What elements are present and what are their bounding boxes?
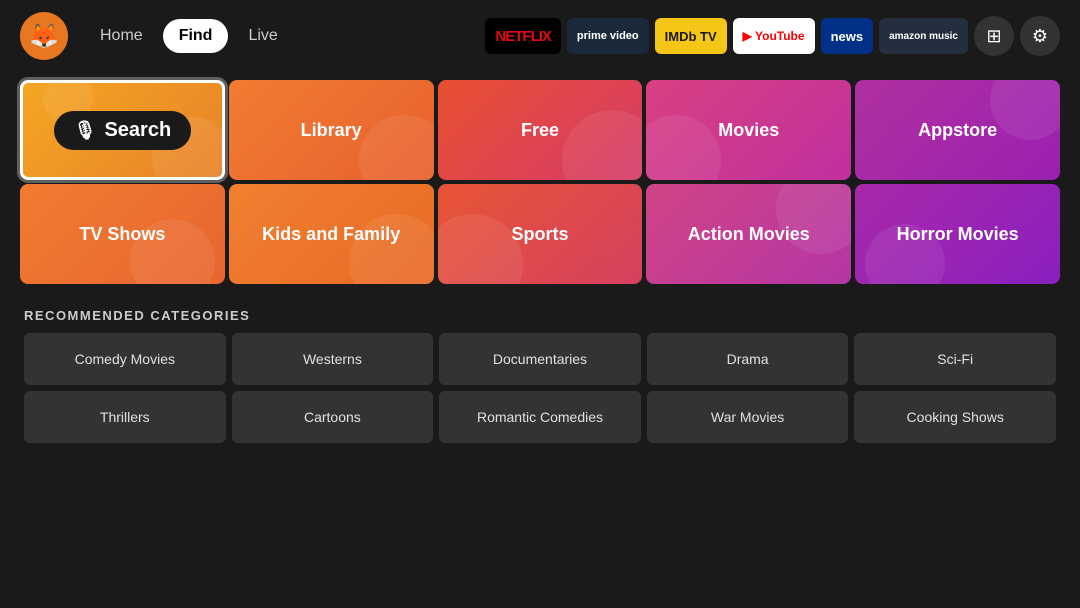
tile-appstore-label: Appstore <box>918 120 997 141</box>
recommended-title: RECOMMENDED CATEGORIES <box>24 308 1056 323</box>
logo[interactable]: 🦊 <box>20 12 68 60</box>
apps-grid-button[interactable]: ⊞ <box>974 16 1014 56</box>
tile-tvshows-label: TV Shows <box>79 224 165 245</box>
search-label: Search <box>104 119 171 142</box>
recommended-section: RECOMMENDED CATEGORIES Comedy MoviesWest… <box>20 308 1060 443</box>
tile-sports[interactable]: Sports <box>438 184 643 284</box>
service-imdb-tv[interactable]: IMDb TV <box>655 18 727 54</box>
main-nav: Home Find Live <box>84 19 294 53</box>
tile-free-label: Free <box>521 120 559 141</box>
tile-library-label: Library <box>301 120 362 141</box>
rec-tile-sci-fi[interactable]: Sci-Fi <box>854 333 1056 385</box>
tile-kids-label: Kids and Family <box>262 224 400 245</box>
tile-action-movies[interactable]: Action Movies <box>646 184 851 284</box>
tile-movies-label: Movies <box>718 120 779 141</box>
nav-live[interactable]: Live <box>232 19 293 53</box>
tile-appstore[interactable]: Appstore <box>855 80 1060 180</box>
settings-button[interactable]: ⚙ <box>1020 16 1060 56</box>
rec-tile-war-movies[interactable]: War Movies <box>647 391 849 443</box>
header: 🦊 Home Find Live NETFLIX prime video IMD… <box>0 0 1080 72</box>
rec-tile-romantic-comedies[interactable]: Romantic Comedies <box>439 391 641 443</box>
tile-search[interactable]: 🎙 Search <box>20 80 225 180</box>
tile-free[interactable]: Free <box>438 80 643 180</box>
tile-tv-shows[interactable]: TV Shows <box>20 184 225 284</box>
rec-tile-cartoons[interactable]: Cartoons <box>232 391 434 443</box>
rec-tile-westerns[interactable]: Westerns <box>232 333 434 385</box>
recommended-grid: Comedy MoviesWesternsDocumentariesDramaS… <box>24 333 1056 443</box>
tile-kids-family[interactable]: Kids and Family <box>229 184 434 284</box>
nav-home[interactable]: Home <box>84 19 159 53</box>
service-youtube[interactable]: ▶ YouTube <box>733 18 815 54</box>
nav-find[interactable]: Find <box>163 19 229 53</box>
mic-icon: 🎙 <box>74 120 97 141</box>
tile-library[interactable]: Library <box>229 80 434 180</box>
service-news[interactable]: news <box>821 18 874 54</box>
service-prime-video[interactable]: prime video <box>567 18 649 54</box>
service-icons-bar: NETFLIX prime video IMDb TV ▶ YouTube ne… <box>485 16 1060 56</box>
main-content: 🎙 Search Library Free Movies Appstore T <box>0 72 1080 443</box>
category-grid: 🎙 Search Library Free Movies Appstore T <box>20 80 1060 284</box>
tile-movies[interactable]: Movies <box>646 80 851 180</box>
rec-tile-drama[interactable]: Drama <box>647 333 849 385</box>
tile-horror-movies[interactable]: Horror Movies <box>855 184 1060 284</box>
rec-tile-comedy-movies[interactable]: Comedy Movies <box>24 333 226 385</box>
rec-tile-thrillers[interactable]: Thrillers <box>24 391 226 443</box>
tile-horror-label: Horror Movies <box>897 224 1019 245</box>
tile-sports-label: Sports <box>511 224 568 245</box>
tile-action-label: Action Movies <box>688 224 810 245</box>
rec-tile-documentaries[interactable]: Documentaries <box>439 333 641 385</box>
service-netflix[interactable]: NETFLIX <box>485 18 561 54</box>
rec-tile-cooking-shows[interactable]: Cooking Shows <box>854 391 1056 443</box>
service-amazon-music[interactable]: amazon music <box>879 18 968 54</box>
search-button[interactable]: 🎙 Search <box>54 111 192 150</box>
